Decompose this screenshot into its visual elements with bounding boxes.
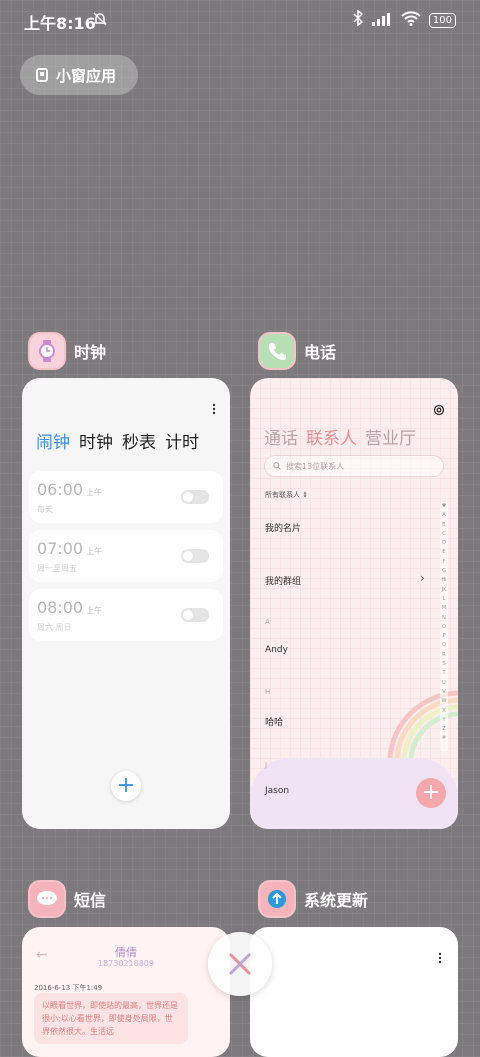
- phone-tabs: 通话 联系人 营业厅: [264, 424, 416, 449]
- phone-app-icon: [258, 332, 296, 370]
- clock-app-name: 时钟: [74, 343, 107, 362]
- alarm-repeat: 周六 周日: [37, 623, 72, 632]
- tab-calls[interactable]: 通话: [264, 424, 298, 449]
- status-bar: 上午8:16 100: [0, 0, 480, 40]
- alarm-ampm: 上午: [86, 488, 103, 497]
- alarm-toggle[interactable]: [181, 490, 209, 504]
- index-letters: ♥ABCDEFGHIJKLMNOPQRSTUVWXYZ#: [441, 503, 447, 742]
- sms-app-icon: [28, 880, 66, 918]
- filter-label: 所有联系人: [265, 491, 300, 499]
- alarm-time: 07:00: [37, 539, 84, 558]
- contact-item[interactable]: Andy: [265, 645, 288, 655]
- small-window-apps-button[interactable]: 小窗应用: [20, 55, 138, 95]
- sms-message-bubble: 以眼看世界，即使站的最高，世界还是很小;以心看世界，即使身处局限，世界依然很大。…: [34, 993, 188, 1044]
- alarm-ampm: 上午: [86, 606, 103, 615]
- alphabet-index[interactable]: ♥ABCDEFGHIJKLMNOPQRSTUVWXYZ#: [440, 502, 448, 752]
- sms-contact-name: 倩倩: [115, 946, 137, 959]
- clock-more-icon[interactable]: [212, 400, 216, 419]
- search-icon: [273, 462, 281, 470]
- close-icon: [229, 953, 251, 975]
- chevron-right-icon: ›: [420, 571, 425, 585]
- tab-timer[interactable]: 计时: [165, 428, 199, 453]
- battery-icon: 100: [428, 12, 456, 28]
- update-more-icon[interactable]: [438, 949, 442, 968]
- tab-stopwatch[interactable]: 秒表: [122, 428, 156, 453]
- sms-date: 2016-6-13 下午1:49: [34, 984, 103, 992]
- alarm-toggle[interactable]: [181, 608, 209, 622]
- status-time: 上午8:16: [24, 14, 96, 33]
- add-alarm-button[interactable]: +: [111, 771, 141, 801]
- tab-contacts[interactable]: 联系人: [306, 424, 357, 449]
- status-icons: 100: [353, 9, 456, 30]
- small-window-icon: [36, 68, 48, 82]
- contact-item[interactable]: Jason: [265, 786, 289, 796]
- contact-search-input[interactable]: 搜索13位联系人: [264, 455, 444, 477]
- sms-app-name: 短信: [74, 891, 107, 910]
- clock-tabs: 闹钟 时钟 秒表 计时: [36, 428, 199, 453]
- search-placeholder: 搜索13位联系人: [286, 461, 345, 471]
- signal-icon: [371, 11, 393, 30]
- alarm-toggle[interactable]: [181, 549, 209, 563]
- clear-all-button[interactable]: [208, 932, 272, 996]
- alarm-item[interactable]: 07:00 上午 周一至周五: [29, 530, 223, 582]
- contact-item[interactable]: 哈哈: [265, 715, 283, 728]
- sms-contact-number: 18730218809: [98, 959, 154, 968]
- update-app-icon: [258, 880, 296, 918]
- update-app-name: 系统更新: [304, 891, 369, 910]
- phone-app-card[interactable]: 通话 联系人 营业厅 搜索13位联系人 所有联系人 ⇕ 我的名片 我的群组 › …: [250, 378, 458, 829]
- alarm-ampm: 上午: [86, 547, 103, 556]
- update-app-header[interactable]: 系统更新: [258, 880, 368, 918]
- alarm-repeat: 每天: [37, 505, 53, 514]
- phone-app-header[interactable]: 电话: [258, 332, 336, 370]
- section-letter: A: [265, 618, 270, 626]
- section-letter: J: [265, 761, 268, 769]
- clock-app-card[interactable]: 闹钟 时钟 秒表 计时 06:00 上午 每天 07:00 上午 周一至周五 08:…: [22, 378, 230, 829]
- tab-alarm[interactable]: 闹钟: [36, 428, 70, 453]
- section-letter: H: [265, 688, 271, 696]
- bluetooth-icon: [353, 9, 364, 30]
- settings-icon[interactable]: [433, 401, 445, 420]
- wifi-icon: [401, 10, 421, 30]
- tab-business-hall[interactable]: 营业厅: [365, 424, 416, 449]
- mute-alarm-icon: [92, 11, 108, 31]
- alarm-time: 06:00: [37, 480, 84, 499]
- my-groups-item[interactable]: 我的群组: [265, 574, 301, 587]
- update-app-card[interactable]: [250, 927, 458, 1057]
- clock-app-header[interactable]: 时钟: [28, 332, 106, 370]
- sms-app-card[interactable]: ← 倩倩 18730218809 2016-6-13 下午1:49 以眼看世界，…: [22, 927, 230, 1057]
- contacts-filter[interactable]: 所有联系人 ⇕: [265, 490, 308, 500]
- alarm-time: 08:00: [37, 598, 84, 617]
- tab-clock[interactable]: 时钟: [79, 428, 113, 453]
- phone-app-name: 电话: [304, 343, 337, 362]
- my-card-item[interactable]: 我的名片: [265, 521, 301, 534]
- alarm-item[interactable]: 08:00 上午 周六 周日: [29, 589, 223, 641]
- alarm-item[interactable]: 06:00 上午 每天: [29, 471, 223, 523]
- alarm-repeat: 周一至周五: [37, 564, 77, 573]
- clock-app-icon: [28, 332, 66, 370]
- sms-app-header[interactable]: 短信: [28, 880, 106, 918]
- add-contact-button[interactable]: +: [416, 778, 446, 808]
- small-window-label: 小窗应用: [56, 66, 117, 85]
